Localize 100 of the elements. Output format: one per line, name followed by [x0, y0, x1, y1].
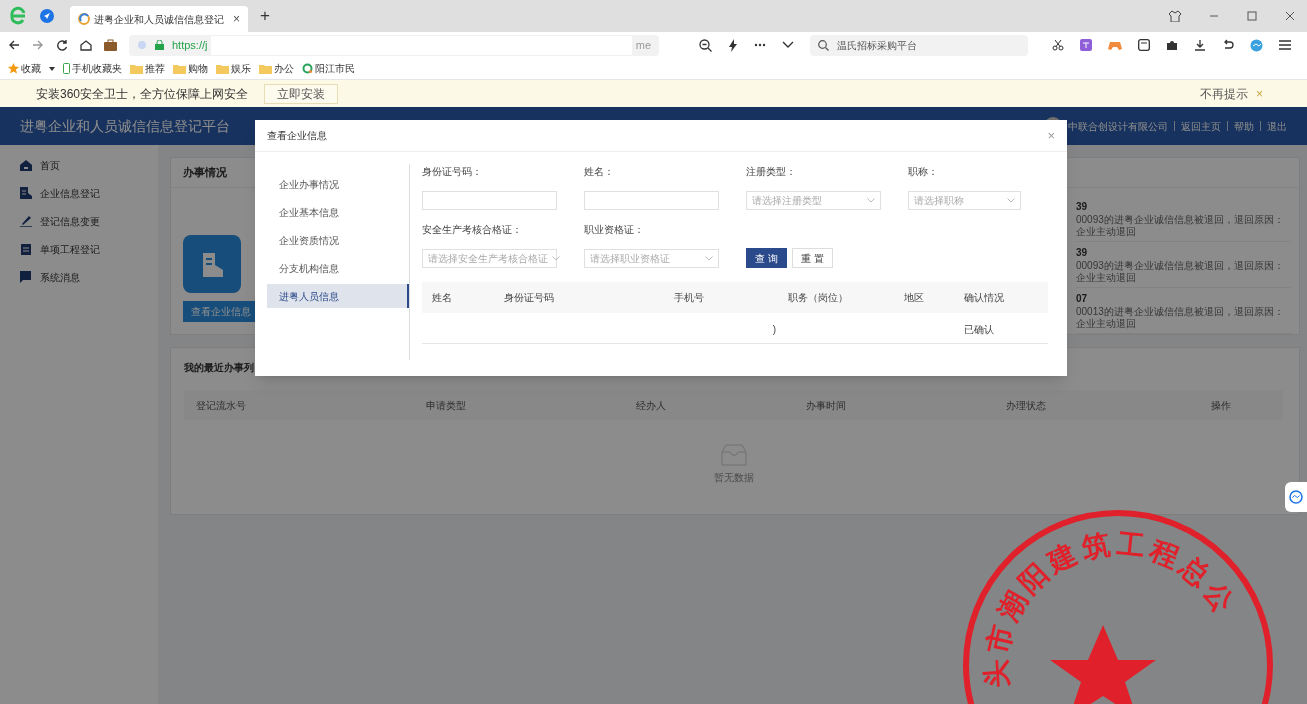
sidebar-item[interactable]: 首页 — [40, 157, 60, 173]
folder-icon — [259, 63, 272, 74]
column-header: 操作 — [1211, 398, 1231, 413]
back-icon[interactable] — [8, 39, 20, 51]
field-label: 职称： — [908, 165, 939, 179]
company-name: 中联合创设计有限公司 — [1068, 119, 1168, 134]
modal-menu-item[interactable]: 分支机构信息 — [267, 256, 409, 280]
forward-icon[interactable] — [32, 39, 44, 51]
field-label: 职业资格证： — [584, 223, 645, 237]
column-header: 办理状态 — [1006, 398, 1047, 413]
sidebar-item[interactable]: 系统消息 — [40, 269, 80, 285]
briefcase-icon[interactable] — [104, 39, 117, 51]
folder-icon — [130, 63, 143, 74]
building-icon — [20, 187, 32, 199]
bookmark-link[interactable]: 办公 — [274, 61, 294, 76]
column-header: 登记流水号 — [196, 398, 247, 413]
input-field[interactable] — [584, 191, 719, 210]
header-link[interactable]: 帮助 — [1234, 118, 1254, 134]
search-text: 温氏招标采购平台 — [837, 38, 917, 53]
header-link[interactable]: 退出 — [1267, 118, 1287, 134]
reader-icon[interactable] — [1138, 39, 1150, 51]
lock-icon — [155, 40, 164, 50]
modal-title: 查看企业信息 — [267, 129, 327, 143]
modal-menu-item[interactable]: 企业办事情况 — [267, 172, 409, 196]
home-icon[interactable] — [80, 39, 92, 51]
pen-icon — [20, 215, 32, 227]
sidebar-item[interactable]: 登记信息变更 — [40, 213, 100, 229]
install-button[interactable]: 立即安装 — [264, 83, 339, 104]
message-text: 00093的进粤企业诚信信息被退回，退回原因：企业主动退回 — [1076, 260, 1285, 284]
assistant-button[interactable] — [1285, 482, 1307, 512]
close-tab-button[interactable]: × — [233, 10, 240, 28]
menu-icon[interactable] — [1279, 40, 1291, 50]
column-header: 职务（岗位） — [788, 291, 849, 305]
dropdown-caret-icon[interactable] — [49, 66, 55, 71]
input-field[interactable] — [422, 191, 557, 210]
shirt-icon[interactable] — [1169, 10, 1181, 22]
translate-icon[interactable] — [1080, 39, 1092, 51]
tab-title: 进粤企业和人员诚信信息登记 — [94, 12, 225, 27]
empty-tray-icon — [718, 444, 749, 466]
modal-menu-item[interactable]: 企业基本信息 — [267, 200, 409, 224]
scissors-icon[interactable] — [1052, 39, 1064, 51]
bookmark-link[interactable]: 收藏 — [21, 61, 41, 76]
site-info-icon — [137, 40, 147, 50]
reload-icon[interactable] — [56, 39, 68, 51]
url-text: https://j — [172, 37, 208, 53]
bookmark-link[interactable]: 购物 — [188, 61, 208, 76]
assistant-icon — [1289, 490, 1303, 504]
card-title: 办事情况 — [183, 165, 227, 181]
column-header: 确认情况 — [964, 291, 1005, 305]
card-title: 我的最近办事列 — [184, 360, 255, 375]
maximize-icon[interactable] — [1247, 11, 1257, 21]
message-time: 39 — [1076, 200, 1089, 214]
dismiss-link[interactable]: 不再提示 — [1200, 84, 1248, 103]
new-tab-button[interactable]: + — [260, 3, 270, 29]
lightning-icon[interactable] — [728, 38, 738, 52]
bookmark-link[interactable]: 娱乐 — [231, 61, 251, 76]
sidebar-item[interactable]: 单项工程登记 — [40, 241, 100, 257]
zoom-out-icon[interactable] — [699, 38, 712, 52]
building-icon — [183, 235, 241, 293]
column-header: 手机号 — [674, 291, 705, 305]
column-header: 姓名 — [432, 291, 453, 305]
download-icon[interactable] — [1194, 39, 1206, 51]
app-title: 进粤企业和人员诚信信息登记平台 — [20, 117, 230, 136]
bookmark-link[interactable]: 推荐 — [145, 61, 165, 76]
column-header: 申请类型 — [426, 398, 467, 413]
star-icon — [8, 63, 19, 74]
folder-icon — [216, 63, 229, 74]
assistant-icon[interactable] — [1250, 38, 1263, 52]
table-cell: ) — [772, 324, 776, 335]
field-label: 注册类型： — [746, 165, 797, 179]
undo-icon[interactable] — [1222, 39, 1234, 51]
reset-button[interactable]: 重 置 — [791, 248, 833, 268]
message-text: 00093的进粤企业诚信信息被退回，退回原因：企业主动退回 — [1076, 214, 1285, 238]
bookmark-link[interactable]: 阳江市民 — [315, 61, 355, 76]
info-bar-text: 安装360安全卫士，全方位保障上网安全 — [36, 85, 249, 103]
column-header: 办事时间 — [806, 398, 847, 413]
modal-menu-item[interactable]: 进粤人员信息 — [267, 284, 409, 308]
search-icon — [818, 39, 829, 51]
phone-icon — [63, 63, 70, 74]
browser-tab[interactable]: 进粤企业和人员诚信信息登记 × — [70, 6, 248, 32]
message-time: 07 — [1076, 292, 1089, 306]
folder-icon — [173, 63, 186, 74]
field-label: 身份证号码： — [422, 165, 483, 179]
navigation-icon[interactable] — [40, 9, 54, 23]
close-icon[interactable] — [1285, 11, 1295, 21]
header-link[interactable]: 返回主页 — [1181, 118, 1221, 134]
modal-menu-item[interactable]: 企业资质情况 — [267, 228, 409, 252]
more-icon[interactable] — [754, 43, 766, 47]
message-text: 00013的进粤企业诚信信息被退回，退回原因：企业主动退回 — [1076, 306, 1285, 330]
field-label: 姓名： — [584, 165, 615, 179]
url-text: me — [635, 37, 651, 53]
home-icon — [20, 159, 32, 171]
search-field[interactable]: 温氏招标采购平台 — [810, 34, 1028, 56]
sidebar-item[interactable]: 企业信息登记 — [40, 185, 100, 201]
field-label: 安全生产考核合格证： — [422, 223, 523, 237]
column-header: 身份证号码 — [504, 291, 555, 305]
bookmark-link[interactable]: 手机收藏夹 — [72, 61, 122, 76]
chat-icon — [20, 271, 32, 283]
query-button[interactable]: 查 询 — [746, 248, 787, 268]
site-logo-icon — [78, 13, 90, 25]
